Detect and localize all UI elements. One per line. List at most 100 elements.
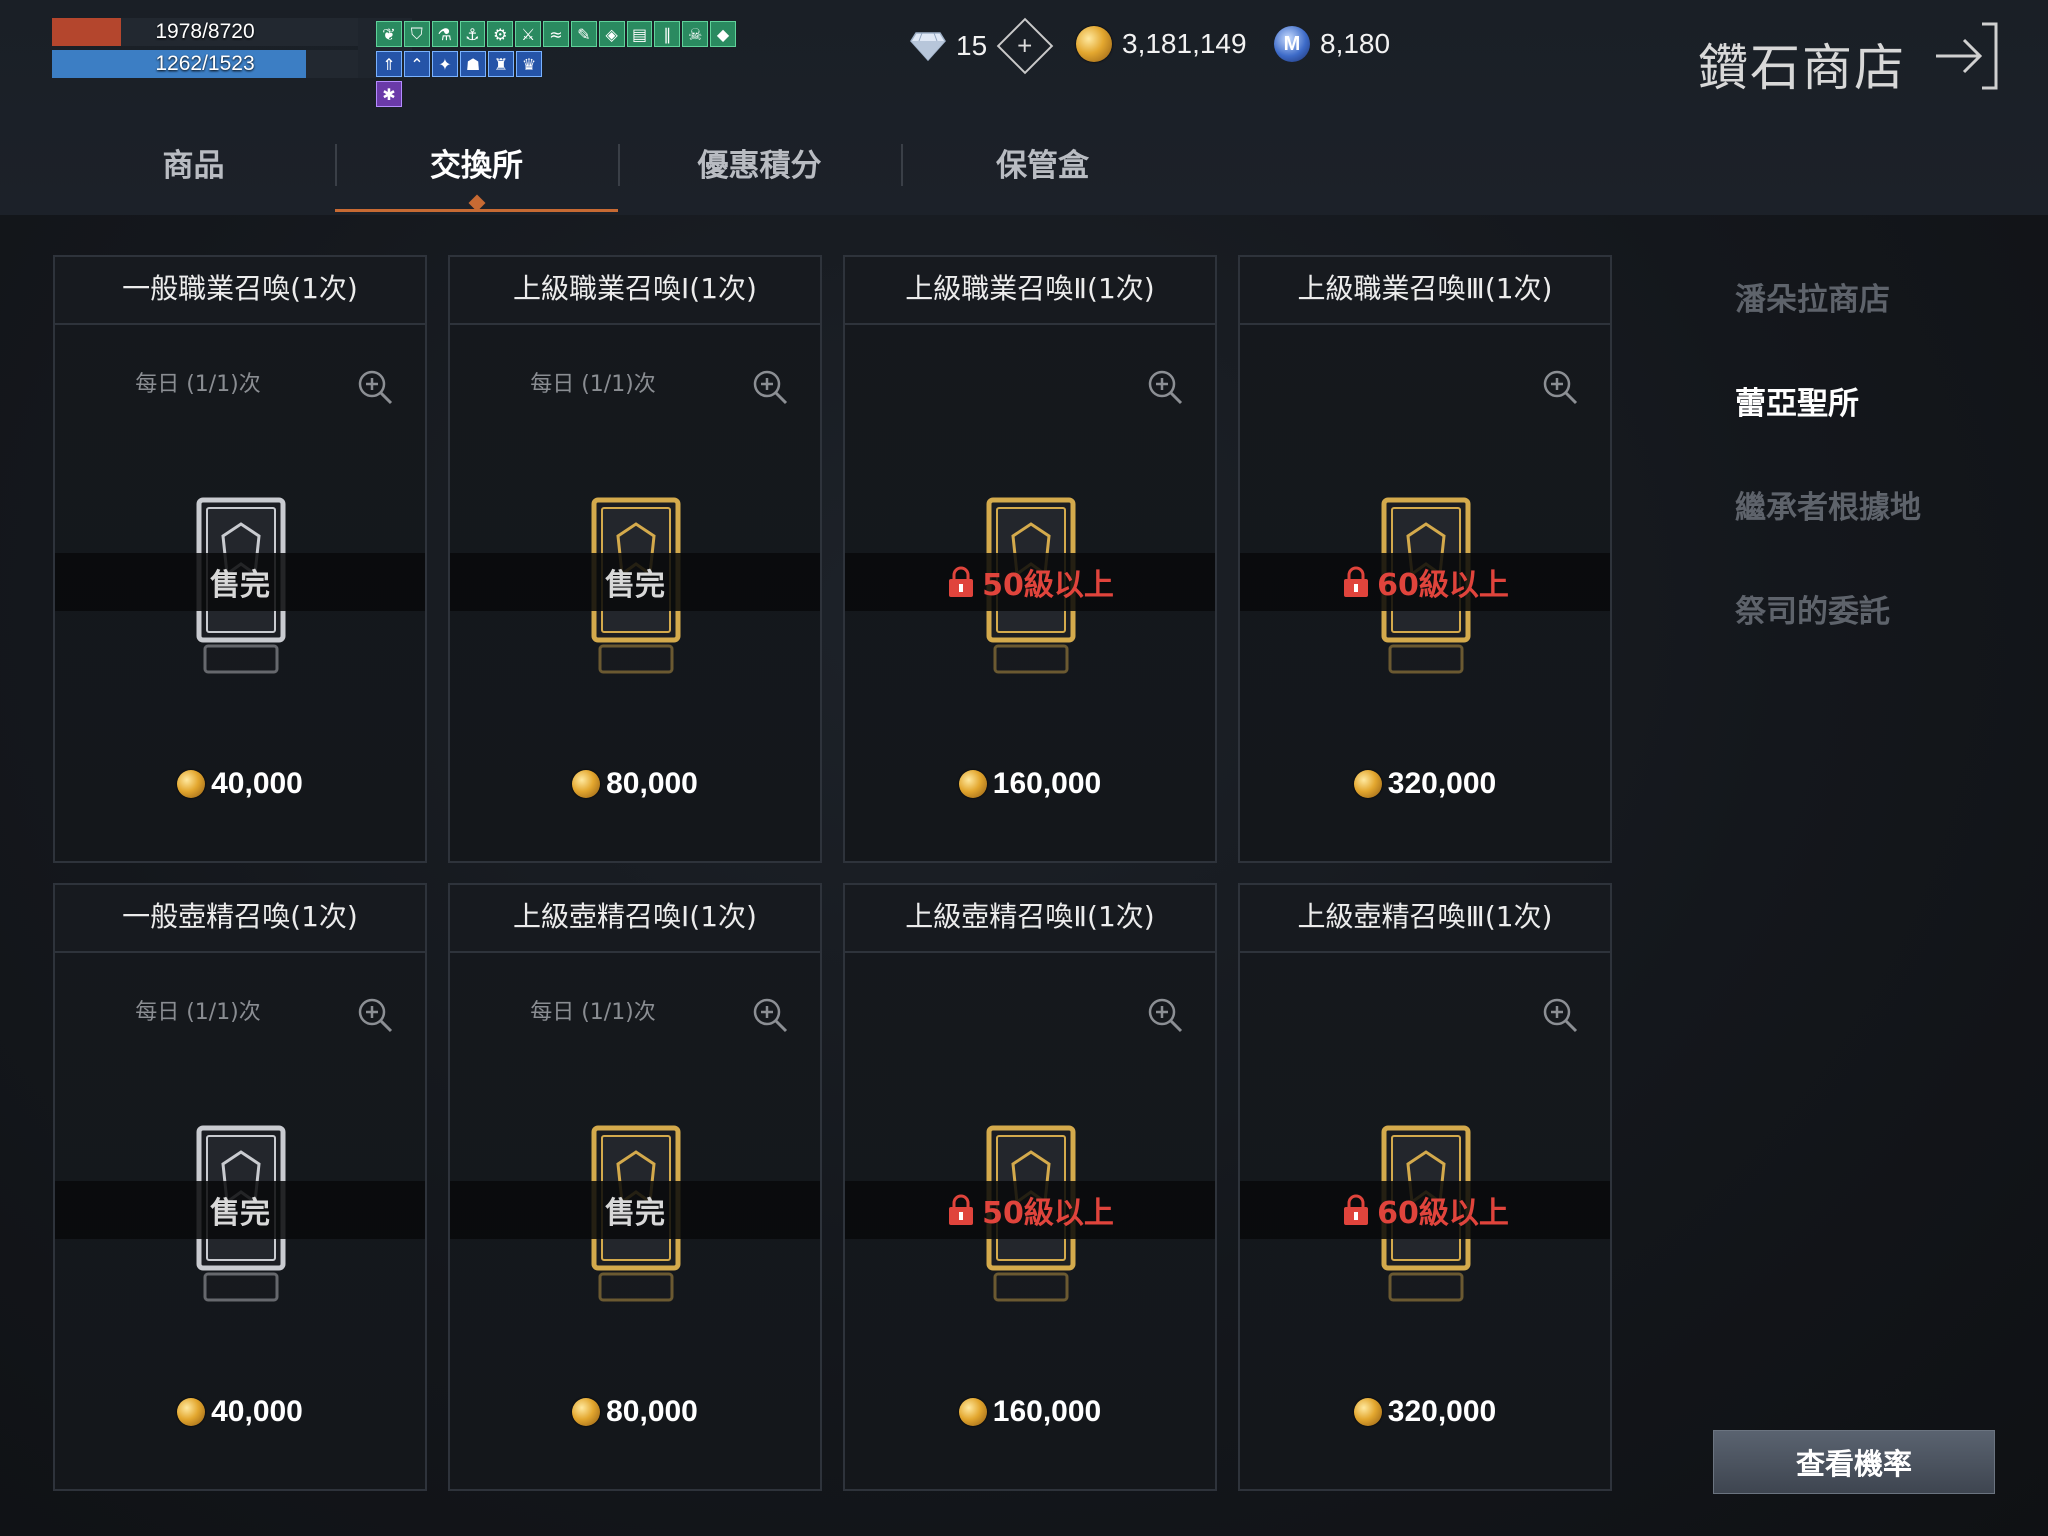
add-diamond-button[interactable]: + [996, 17, 1054, 75]
zoom-in-icon[interactable] [355, 995, 395, 1035]
status-text: 60級以上 [1377, 1196, 1509, 1231]
price: 40,000 [55, 1395, 425, 1429]
tab-bar: 商品 交換所 優惠積分 保管盒 [52, 130, 1184, 212]
m-coin-count: 8,180 [1320, 28, 1391, 59]
skull-buff-icon: ☠ [682, 21, 709, 47]
gold-coin-icon [1353, 1398, 1382, 1426]
status-text: 50級以上 [982, 1196, 1114, 1231]
side-item-pandora-shop[interactable]: 潘朵拉商店 [1735, 280, 1921, 320]
gold-coin-icon [572, 1398, 601, 1426]
leaf-buff-icon: ❦ [376, 21, 402, 47]
item-title: 上級壺精召喚Ⅰ(1次) [450, 885, 820, 953]
price: 160,000 [845, 767, 1215, 801]
item-title: 上級職業召喚Ⅰ(1次) [450, 257, 820, 325]
side-item-reia-sanctuary[interactable]: 蕾亞聖所 [1735, 384, 1921, 424]
tab-bonus-points[interactable]: 優惠積分 [618, 130, 901, 212]
status-text: 售完 [605, 1196, 665, 1231]
price: 320,000 [1240, 1395, 1610, 1429]
zoom-in-icon[interactable] [1540, 367, 1580, 407]
gold-coin-icon [1076, 26, 1112, 62]
exit-icon [1936, 22, 1998, 90]
daily-limit: 每日 (1/1)次 [135, 1000, 261, 1025]
side-item-priest-request[interactable]: 祭司的委託 [1735, 592, 1921, 632]
zoom-in-icon[interactable] [750, 367, 790, 407]
lock-icon [1344, 1194, 1369, 1225]
status-band: 50級以上 [845, 1181, 1215, 1239]
zoom-in-icon[interactable] [1145, 995, 1185, 1035]
price: 80,000 [450, 767, 820, 801]
zoom-in-icon[interactable] [1540, 995, 1580, 1035]
side-item-heir-base[interactable]: 繼承者根據地 [1735, 488, 1921, 528]
tab-label: 交換所 [430, 148, 523, 184]
helm-buff-icon: ☗ [460, 51, 486, 77]
item-title: 上級壺精召喚Ⅲ(1次) [1240, 885, 1610, 953]
item-title: 上級壺精召喚Ⅱ(1次) [845, 885, 1215, 953]
status-text: 售完 [605, 568, 665, 603]
shop-item-card[interactable]: 上級壺精召喚Ⅱ(1次) 50級以上 160,000 [843, 883, 1217, 1491]
gold-coin-icon [958, 770, 987, 798]
item-title: 一般職業召喚(1次) [55, 257, 425, 325]
shop-item-card[interactable]: 上級職業召喚Ⅲ(1次) 60級以上 320,000 [1238, 255, 1612, 863]
crown-buff-icon: ♛ [516, 51, 542, 77]
zoom-in-icon[interactable] [750, 995, 790, 1035]
m-coin-currency: M 8,180 [1274, 26, 1390, 62]
tab-divider [335, 144, 337, 186]
item-title: 上級職業召喚Ⅱ(1次) [845, 257, 1215, 325]
price-value: 80,000 [606, 1395, 698, 1428]
shop-item-card[interactable]: 上級壺精召喚Ⅰ(1次) 每日 (1/1)次 售完 80,000 [448, 883, 822, 1491]
gold-coin-icon [177, 1398, 206, 1426]
price-value: 320,000 [1387, 1395, 1497, 1428]
mp-text: 1262/1523 [155, 52, 255, 75]
status-text: 售完 [210, 1196, 270, 1231]
gold-coin-icon [1353, 770, 1382, 798]
m-coin-letter: M [1283, 32, 1301, 55]
shop-item-card[interactable]: 上級壺精召喚Ⅲ(1次) 60級以上 320,000 [1238, 883, 1612, 1491]
shop-item-card[interactable]: 一般職業召喚(1次) 每日 (1/1)次 售完 40,000 [53, 255, 427, 863]
tab-label: 保管盒 [996, 148, 1089, 184]
shop-item-card[interactable]: 一般壺精召喚(1次) 每日 (1/1)次 售完 40,000 [53, 883, 427, 1491]
gold-count: 3,181,149 [1122, 28, 1247, 59]
gold-coin-icon [958, 1398, 987, 1426]
lock-icon [1344, 566, 1369, 597]
status-band: 售完 [55, 1181, 425, 1239]
spider-buff-icon: ✱ [376, 81, 402, 107]
daily-limit: 每日 (1/1)次 [530, 1000, 656, 1025]
tab-products[interactable]: 商品 [52, 130, 335, 212]
tab-exchange[interactable]: 交換所 [335, 130, 618, 212]
book-buff-icon: ▤ [626, 21, 653, 47]
daily-limit: 每日 (1/1)次 [135, 372, 261, 397]
flask-buff-icon: ⚗ [431, 21, 458, 47]
status-bars: 1978/8720 1262/1523 [52, 18, 412, 82]
buff-icons: ❦ ⛉ ⚗ ⚓ ⚙ ⚔ ≈ ✎ ◈ ▤ ∥ ☠ ◆ ⇑ ⌃ ✦ ☗ ♜ ♛ ✱ [376, 21, 736, 111]
hp-text: 1978/8720 [155, 20, 255, 43]
tab-divider [901, 144, 903, 186]
page-title: 鑽石商店 [1698, 39, 1906, 97]
diamond-buff-icon: ◈ [598, 21, 625, 47]
buff-row: ❦ ⛉ ⚗ ⚓ ⚙ ⚔ ≈ ✎ ◈ ▤ ∥ ☠ ◆ [376, 21, 736, 47]
side-nav: 潘朵拉商店 蕾亞聖所 繼承者根據地 祭司的委託 [1735, 280, 1921, 696]
status-band: 售完 [55, 553, 425, 611]
tab-storage-box[interactable]: 保管盒 [901, 130, 1184, 212]
status-band: 售完 [450, 1181, 820, 1239]
tab-label: 商品 [162, 148, 225, 184]
arrow-buff-icon: ⇑ [376, 51, 402, 77]
feather-buff-icon: ✎ [570, 21, 597, 47]
status-band: 50級以上 [845, 553, 1215, 611]
price-value: 320,000 [1387, 767, 1497, 800]
item-title: 上級職業召喚Ⅲ(1次) [1240, 257, 1610, 325]
zoom-in-icon[interactable] [1145, 367, 1185, 407]
plus-icon: + [1017, 31, 1033, 61]
exit-button[interactable] [1932, 20, 2000, 92]
star-buff-icon: ✦ [432, 51, 458, 77]
shop-item-card[interactable]: 上級職業召喚Ⅱ(1次) 50級以上 160,000 [843, 255, 1217, 863]
price-value: 40,000 [211, 767, 303, 800]
view-probability-button[interactable]: 查看機率 [1713, 1430, 1995, 1494]
zoom-in-icon[interactable] [355, 367, 395, 407]
status-text: 60級以上 [1377, 568, 1509, 603]
chevron-buff-icon: ⌃ [404, 51, 430, 77]
m-coin-icon: M [1274, 26, 1310, 62]
price: 320,000 [1240, 767, 1610, 801]
shop-item-card[interactable]: 上級職業召喚Ⅰ(1次) 每日 (1/1)次 售完 80,000 [448, 255, 822, 863]
tower-buff-icon: ♜ [488, 51, 514, 77]
anchor-buff-icon: ⚓ [459, 21, 486, 47]
